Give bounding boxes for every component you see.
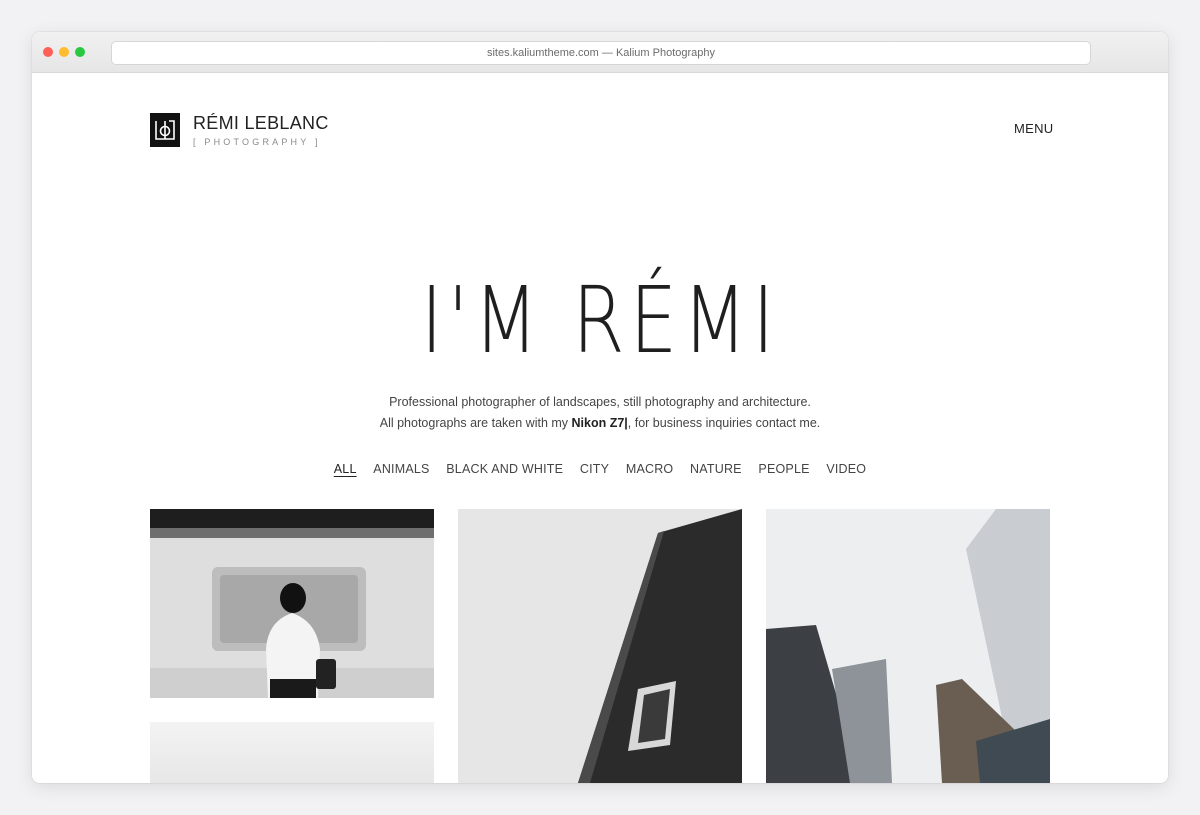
- browser-titlebar: sites.kaliumtheme.com — Kalium Photograp…: [32, 32, 1168, 73]
- site-tagline: [ PHOTOGRAPHY ]: [193, 137, 321, 147]
- intro-line-2: All photographs are taken with my Nikon …: [32, 413, 1168, 434]
- intro-line-2-suffix: , for business inquiries contact me.: [627, 416, 821, 430]
- filter-city[interactable]: CITY: [580, 462, 609, 476]
- address-bar[interactable]: sites.kaliumtheme.com — Kalium Photograp…: [111, 41, 1091, 65]
- portfolio-item-partial[interactable]: [150, 722, 434, 783]
- filter-video[interactable]: VIDEO: [826, 462, 866, 476]
- camera-logo-icon[interactable]: [150, 113, 180, 147]
- hero-title: I'M RÉMI: [420, 267, 780, 374]
- filter-macro[interactable]: MACRO: [626, 462, 674, 476]
- browser-window: sites.kaliumtheme.com — Kalium Photograp…: [32, 32, 1168, 783]
- intro-line-1: Professional photographer of landscapes,…: [389, 395, 811, 409]
- portfolio-filters: ALL ANIMALS BLACK AND WHITE CITY MACRO N…: [32, 462, 1168, 476]
- page-content: RÉMI LEBLANC [ PHOTOGRAPHY ] MENU I'M RÉ…: [32, 73, 1168, 783]
- maximize-window-button[interactable]: [75, 47, 85, 57]
- portfolio-item-building[interactable]: [458, 509, 742, 783]
- filter-animals[interactable]: ANIMALS: [373, 462, 429, 476]
- close-window-button[interactable]: [43, 47, 53, 57]
- portfolio-item-skyscrapers[interactable]: [766, 509, 1050, 783]
- filter-nature[interactable]: NATURE: [690, 462, 742, 476]
- filter-black-and-white[interactable]: BLACK AND WHITE: [446, 462, 563, 476]
- portfolio-item-subway[interactable]: [150, 509, 434, 698]
- site-name[interactable]: RÉMI LEBLANC: [193, 113, 329, 134]
- camera-name: Nikon Z7|: [571, 416, 628, 430]
- intro-line-2-prefix: All photographs are taken with my: [379, 416, 572, 430]
- minimize-window-button[interactable]: [59, 47, 69, 57]
- filter-all[interactable]: ALL: [334, 462, 357, 476]
- filter-people[interactable]: PEOPLE: [758, 462, 809, 476]
- menu-button[interactable]: MENU: [1014, 121, 1053, 136]
- intro-text: Professional photographer of landscapes,…: [32, 392, 1168, 434]
